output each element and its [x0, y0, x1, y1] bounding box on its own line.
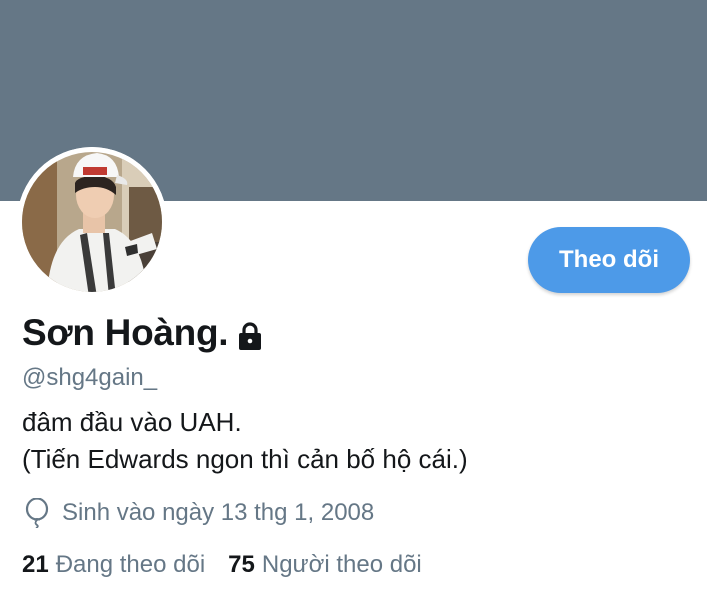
- profile-name-row: Sơn Hoàng.: [22, 312, 264, 354]
- following-count: 21: [22, 551, 49, 578]
- balloon-icon: [24, 498, 50, 528]
- followers-label: Người theo dõi: [261, 551, 422, 578]
- profile-bio: đâm đầu vào UAH. (Tiến Edwards ngon thì …: [22, 404, 468, 478]
- profile-handle: @shg4gain_: [22, 364, 158, 391]
- follow-stats: 21 Đang theo dõi 75 Người theo dõi: [22, 551, 445, 579]
- avatar[interactable]: [17, 147, 167, 297]
- following-label: Đang theo dõi: [55, 551, 206, 578]
- followers-count: 75: [228, 551, 255, 578]
- birth-date-text: Sinh vào ngày 13 thg 1, 2008: [62, 499, 375, 526]
- bio-line: đâm đầu vào UAH.: [22, 407, 242, 437]
- birth-info: Sinh vào ngày 13 thg 1, 2008: [24, 498, 374, 528]
- bio-line: (Tiến Edwards ngon thì cản bố hộ cái.): [22, 444, 468, 474]
- lock-icon: [236, 321, 264, 351]
- followers-stat[interactable]: 75 Người theo dõi: [228, 551, 422, 579]
- following-stat[interactable]: 21 Đang theo dõi: [22, 551, 205, 579]
- display-name: Sơn Hoàng.: [22, 312, 229, 353]
- follow-button[interactable]: Theo dõi: [528, 227, 690, 293]
